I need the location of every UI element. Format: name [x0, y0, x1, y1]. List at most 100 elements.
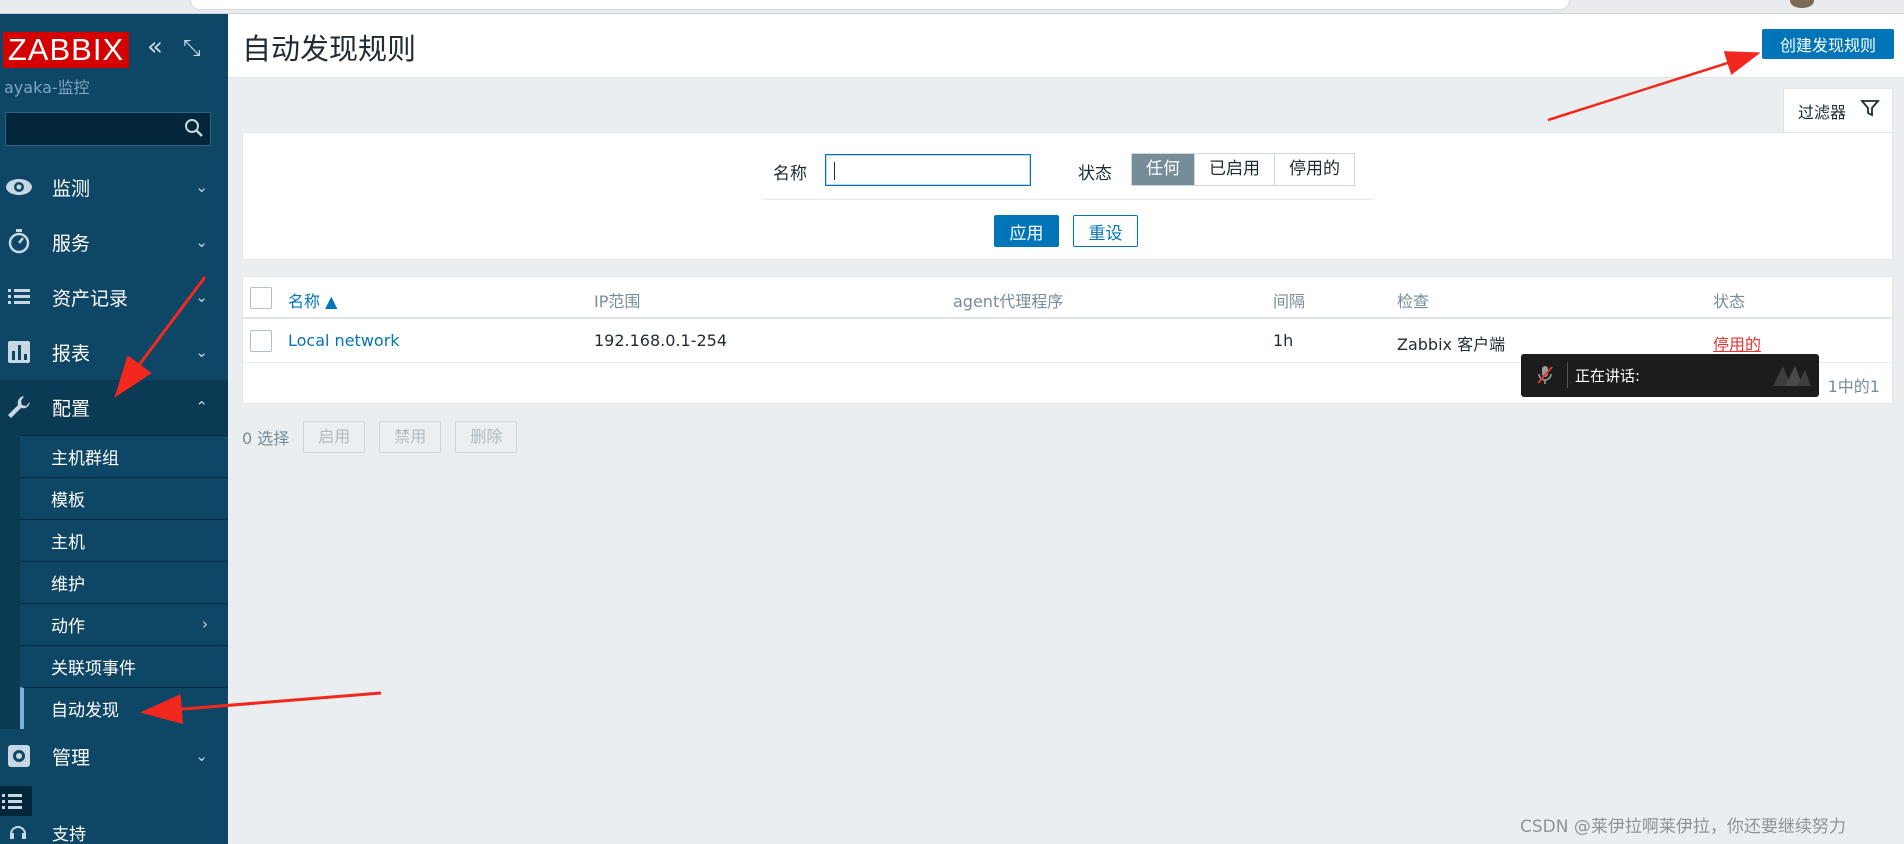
- menu-item-reports[interactable]: 报表 ⌄: [0, 325, 228, 380]
- status-toggle-link[interactable]: 停用的: [1713, 331, 1761, 355]
- selected-count: 0 选择: [242, 429, 290, 448]
- bar-chart-icon: [8, 341, 30, 363]
- chevron-down-icon: ⌄: [195, 288, 208, 306]
- list-icon: [8, 289, 30, 304]
- menu-label: 资产记录: [52, 288, 129, 310]
- status-option-any[interactable]: 任何: [1132, 154, 1194, 185]
- filter-tab-label: 过滤器: [1798, 103, 1847, 122]
- menu-toggle-icon[interactable]: [0, 786, 32, 816]
- column-header-proxy: agent代理程序: [953, 292, 1064, 311]
- chevron-down-icon: ⌄: [195, 178, 208, 196]
- menu-item-services[interactable]: 服务 ⌄: [0, 215, 228, 270]
- disable-button[interactable]: 禁用: [379, 421, 442, 453]
- table-header: 名称 ▲ IP范围 agent代理程序 间隔 检查 状态: [243, 277, 1892, 319]
- submenu-label: 主机: [51, 533, 85, 553]
- chevron-down-icon: ⌄: [195, 343, 208, 361]
- status-option-enabled[interactable]: 已启用: [1194, 154, 1274, 185]
- menu-label: 支持: [52, 825, 86, 844]
- submenu-label: 动作: [51, 617, 85, 637]
- rule-name-link[interactable]: Local network: [288, 331, 400, 350]
- select-all-checkbox[interactable]: [250, 287, 272, 309]
- audio-wave-icon: [1773, 366, 1811, 386]
- page-header: 自动发现规则 创建发现规则: [228, 14, 1904, 78]
- record-count: 1中的1: [1827, 377, 1880, 396]
- stopwatch-icon: [8, 229, 30, 254]
- watermark: CSDN @莱伊拉啊莱伊拉，你还要继续努力: [1520, 817, 1846, 837]
- column-header-interval: 间隔: [1273, 292, 1306, 311]
- delete-button[interactable]: 删除: [455, 421, 518, 453]
- browser-top-bar: [0, 0, 1904, 14]
- submenu-item-hosts[interactable]: 主机: [20, 519, 228, 561]
- text-caret: [834, 162, 835, 180]
- speaking-indicator: 正在讲话:: [1521, 354, 1819, 397]
- menu-item-configuration[interactable]: 配置 ⌃: [0, 380, 228, 435]
- menu-label: 服务: [52, 233, 91, 255]
- server-name: ayaka-监控: [4, 78, 90, 97]
- filter-panel: 名称 状态 任何 已启用 停用的 应用 重设: [242, 132, 1893, 260]
- checks-cell: Zabbix 客户端: [1397, 335, 1506, 354]
- main-menu: 监测 ⌄ 服务 ⌄ 资产记录 ⌄ 报表 ⌄ 配置 ⌃ 主机群组 模板 主机 维护…: [0, 160, 228, 784]
- column-header-checks: 检查: [1397, 292, 1430, 311]
- status-label: 状态: [1078, 164, 1112, 184]
- chevron-down-icon: ⌄: [195, 747, 208, 765]
- filter-tab[interactable]: 过滤器: [1783, 88, 1893, 133]
- submenu-item-actions[interactable]: 动作 ›: [20, 603, 228, 645]
- interval-cell: 1h: [1273, 331, 1294, 350]
- search-input[interactable]: [5, 112, 211, 146]
- apply-button[interactable]: 应用: [994, 215, 1059, 247]
- menu-item-inventory[interactable]: 资产记录 ⌄: [0, 270, 228, 325]
- speaking-label: 正在讲话:: [1575, 367, 1641, 385]
- enable-button[interactable]: 启用: [303, 421, 366, 453]
- double-chevron-left-icon[interactable]: «: [147, 32, 163, 62]
- chevron-down-icon: ⌄: [195, 233, 208, 251]
- menu-label: 报表: [52, 343, 91, 365]
- submenu-item-maintenance[interactable]: 维护: [20, 561, 228, 603]
- submenu-label: 自动发现: [51, 701, 119, 721]
- column-header-ip-range: IP范围: [594, 292, 641, 311]
- menu-label: 管理: [52, 747, 91, 769]
- address-bar[interactable]: [190, 0, 1570, 10]
- gear-icon: [8, 745, 30, 767]
- expand-icon[interactable]: ⤡: [183, 36, 201, 61]
- mass-action-bar: 0 选择 启用 禁用 删除: [242, 421, 518, 453]
- submenu-item-host-groups[interactable]: 主机群组: [20, 435, 228, 477]
- divider: [1567, 362, 1568, 388]
- divider: [763, 199, 1373, 200]
- sidebar: ZABBIX « ⤡ ayaka-监控 监测 ⌄ 服务 ⌄ 资产记录 ⌄ 报表 …: [0, 14, 228, 844]
- filter-icon: [1860, 100, 1880, 117]
- wrench-icon: [8, 396, 30, 418]
- page-title: 自动发现规则: [242, 32, 417, 66]
- status-option-disabled[interactable]: 停用的: [1274, 154, 1354, 185]
- status-segmented-control: 任何 已启用 停用的: [1131, 153, 1355, 186]
- name-label: 名称: [773, 164, 807, 184]
- profile-avatar[interactable]: [1790, 0, 1814, 8]
- menu-label: 配置: [52, 398, 91, 420]
- column-header-name[interactable]: 名称 ▲: [288, 288, 337, 312]
- row-checkbox[interactable]: [250, 330, 272, 352]
- list-icon: [2, 794, 22, 809]
- headset-icon: [10, 826, 26, 839]
- name-filter-input[interactable]: [825, 154, 1031, 186]
- chevron-right-icon: ›: [202, 615, 208, 633]
- submenu-item-discovery[interactable]: 自动发现: [20, 687, 228, 729]
- create-discovery-rule-button[interactable]: 创建发现规则: [1762, 29, 1894, 59]
- muted-microphone-icon[interactable]: [1535, 364, 1555, 386]
- menu-item-monitoring[interactable]: 监测 ⌄: [0, 160, 228, 215]
- chevron-up-icon: ⌃: [195, 398, 208, 416]
- zabbix-logo[interactable]: ZABBIX: [3, 32, 129, 68]
- search-icon[interactable]: [184, 118, 204, 138]
- menu-item-administration[interactable]: 管理 ⌄: [0, 729, 228, 784]
- eye-icon: [6, 179, 32, 195]
- column-header-status: 状态: [1713, 292, 1746, 311]
- menu-item-support[interactable]: 支持: [0, 820, 228, 844]
- ip-range-cell: 192.168.0.1-254: [594, 331, 728, 350]
- submenu-label: 维护: [51, 575, 85, 595]
- submenu-label: 关联项事件: [51, 659, 136, 679]
- submenu-item-event-correlation[interactable]: 关联项事件: [20, 645, 228, 687]
- submenu-label: 主机群组: [51, 449, 119, 469]
- configuration-submenu: 主机群组 模板 主机 维护 动作 › 关联项事件 自动发现: [0, 435, 228, 729]
- submenu-label: 模板: [51, 491, 85, 511]
- menu-label: 监测: [52, 178, 91, 200]
- submenu-item-templates[interactable]: 模板: [20, 477, 228, 519]
- reset-button[interactable]: 重设: [1073, 215, 1138, 247]
